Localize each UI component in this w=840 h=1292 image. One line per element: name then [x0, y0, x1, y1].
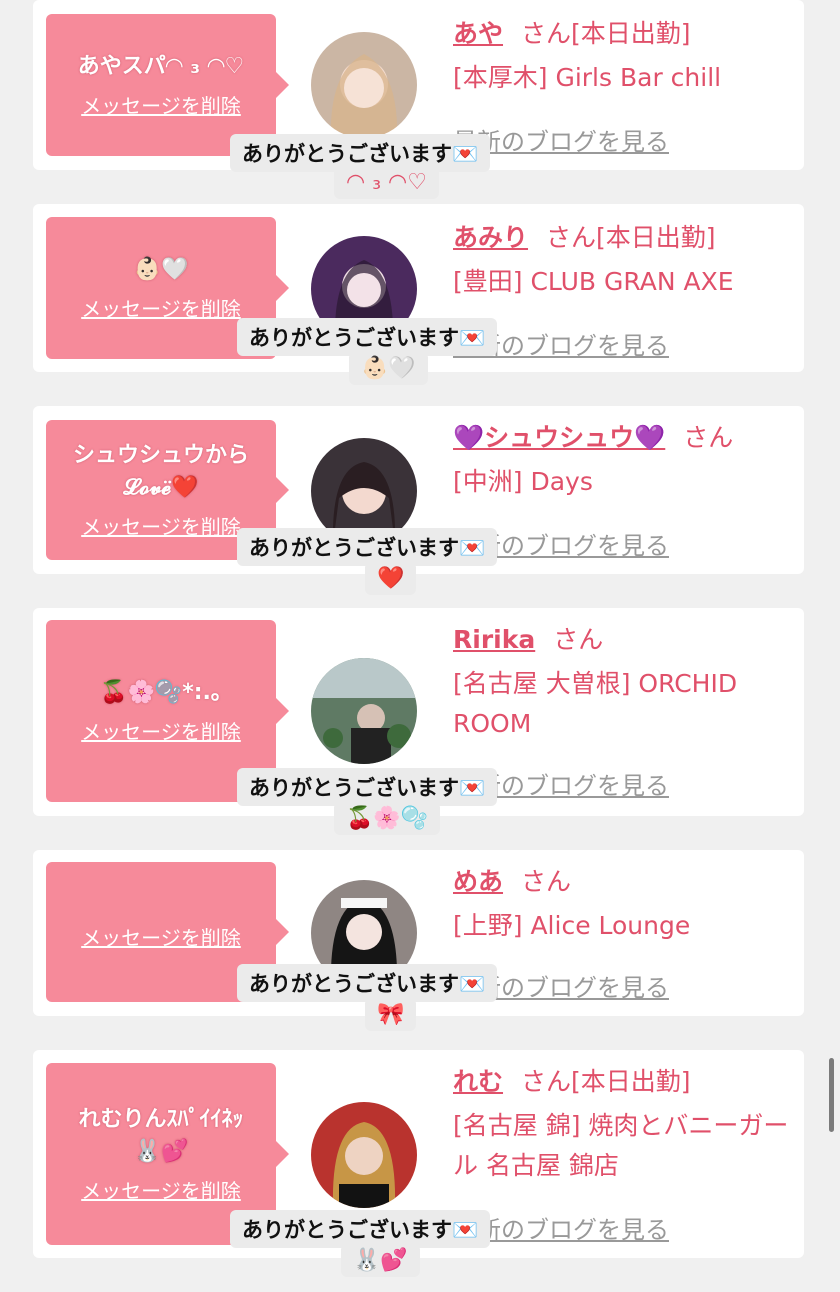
reply-emoji: 🍒🌸🫧 [334, 802, 441, 835]
bubble-text: シュウシュウから 𝓛𝓸𝓿𝓮̈❤️ [72, 442, 249, 500]
delete-message-link[interactable]: メッセージを削除 [81, 90, 241, 119]
status-badge: [本日出勤] [571, 19, 691, 48]
honorific: さん [546, 223, 597, 252]
cast-name-link[interactable]: Ririka [453, 625, 535, 654]
avatar[interactable] [311, 32, 417, 138]
shop-name: [豊田] CLUB GRAN AXE [453, 267, 734, 296]
shop-name: [名古屋 大曽根] ORCHID ROOM [453, 669, 738, 738]
delete-message-link[interactable]: メッセージを削除 [81, 293, 241, 322]
cast-name-link[interactable]: あや [453, 19, 503, 48]
avatar[interactable] [311, 658, 417, 764]
delete-message-link[interactable]: メッセージを削除 [81, 511, 241, 540]
bubble-text: あやスパ◠ ₃ ◠♡ [77, 53, 245, 79]
avatar[interactable] [311, 1102, 417, 1208]
honorific: さん [521, 1067, 572, 1096]
reply-emoji: 🎀 [365, 998, 417, 1031]
bubble-text: れむりんｽﾊﾟｲｲﾈｯ 🐰💕 [78, 1106, 244, 1164]
reply-emoji: ❤️ [365, 562, 417, 595]
scrollbar[interactable] [829, 1058, 834, 1132]
bubble-text: 🍒🌸🫧*:.｡ [100, 679, 222, 705]
cast-name-link[interactable]: めあ [453, 867, 503, 896]
reply-popup: ありがとうございます💌 [237, 528, 498, 566]
reply-emoji: 👶🏻🤍 [349, 352, 428, 385]
shop-name: [中洲] Days [453, 467, 593, 496]
cast-name-link[interactable]: 💜シュウシュウ💜 [453, 423, 665, 452]
reply-popup: ありがとうございます💌 [237, 768, 498, 806]
honorific: さん [683, 423, 734, 452]
reply-popup: ありがとうございます💌 [237, 964, 498, 1002]
cast-name-link[interactable]: れむ [453, 1067, 503, 1096]
cast-name-link[interactable]: あみり [453, 223, 528, 252]
delete-message-link[interactable]: メッセージを削除 [81, 716, 241, 745]
reply-emoji: 🐰💕 [341, 1244, 420, 1277]
reply-popup: ありがとうございます💌 [230, 1210, 491, 1248]
shop-name: [名古屋 錦] 焼肉とバニーガール 名古屋 錦店 [453, 1111, 789, 1180]
delete-message-link[interactable]: メッセージを削除 [81, 1175, 241, 1204]
shop-name: [本厚木] Girls Bar chill [453, 63, 722, 92]
bubble-text: 👶🏻🤍 [133, 256, 189, 282]
status-badge: [本日出勤] [571, 1067, 691, 1096]
reply-emoji: ◠ ₃ ◠♡ [334, 166, 439, 199]
reply-popup: ありがとうございます💌 [237, 318, 498, 356]
status-badge: [本日出勤] [596, 223, 716, 252]
delete-message-link[interactable]: メッセージを削除 [81, 922, 241, 951]
honorific: さん [521, 867, 572, 896]
honorific: さん [553, 625, 604, 654]
shop-name: [上野] Alice Lounge [453, 911, 691, 940]
honorific: さん [521, 19, 572, 48]
